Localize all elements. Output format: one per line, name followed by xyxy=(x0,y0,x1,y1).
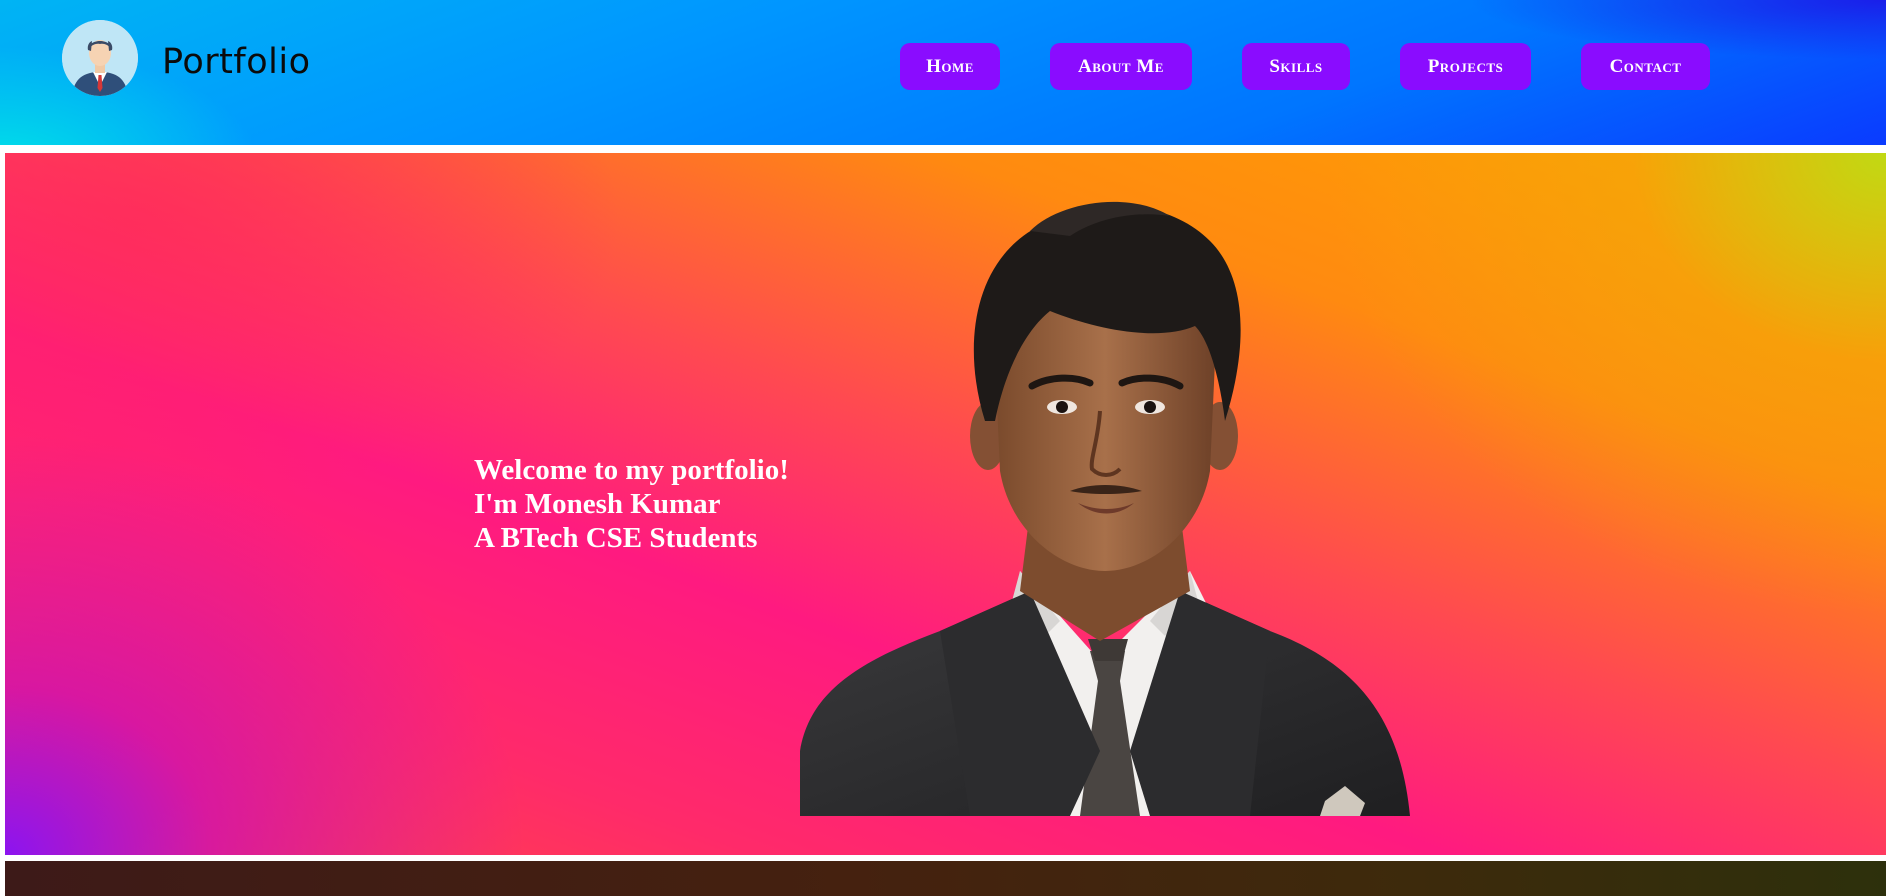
main-nav: Home About Me Skills Projects Contact xyxy=(0,43,1886,90)
nav-home-button[interactable]: Home xyxy=(900,43,1000,90)
hero-name-line: I'm Monesh Kumar xyxy=(474,488,721,520)
hero-role-line: A BTech CSE Students xyxy=(474,522,758,554)
portfolio-page: Portfolio Home About Me Skills Projects … xyxy=(0,0,1886,896)
hero-section: Welcome to my portfolio! I'm Monesh Kuma… xyxy=(5,153,1886,855)
next-section-preview xyxy=(5,861,1886,896)
profile-portrait-photo xyxy=(800,191,1416,816)
nav-contact-button[interactable]: Contact xyxy=(1581,43,1710,90)
hero-intro-text: Welcome to my portfolio! I'm Monesh Kuma… xyxy=(474,453,789,555)
nav-about-me-button[interactable]: About Me xyxy=(1050,43,1192,90)
nav-skills-button[interactable]: Skills xyxy=(1242,43,1350,90)
nav-projects-button[interactable]: Projects xyxy=(1400,43,1531,90)
site-header: Portfolio Home About Me Skills Projects … xyxy=(0,0,1886,145)
hero-welcome-line: Welcome to my portfolio! xyxy=(474,454,789,486)
